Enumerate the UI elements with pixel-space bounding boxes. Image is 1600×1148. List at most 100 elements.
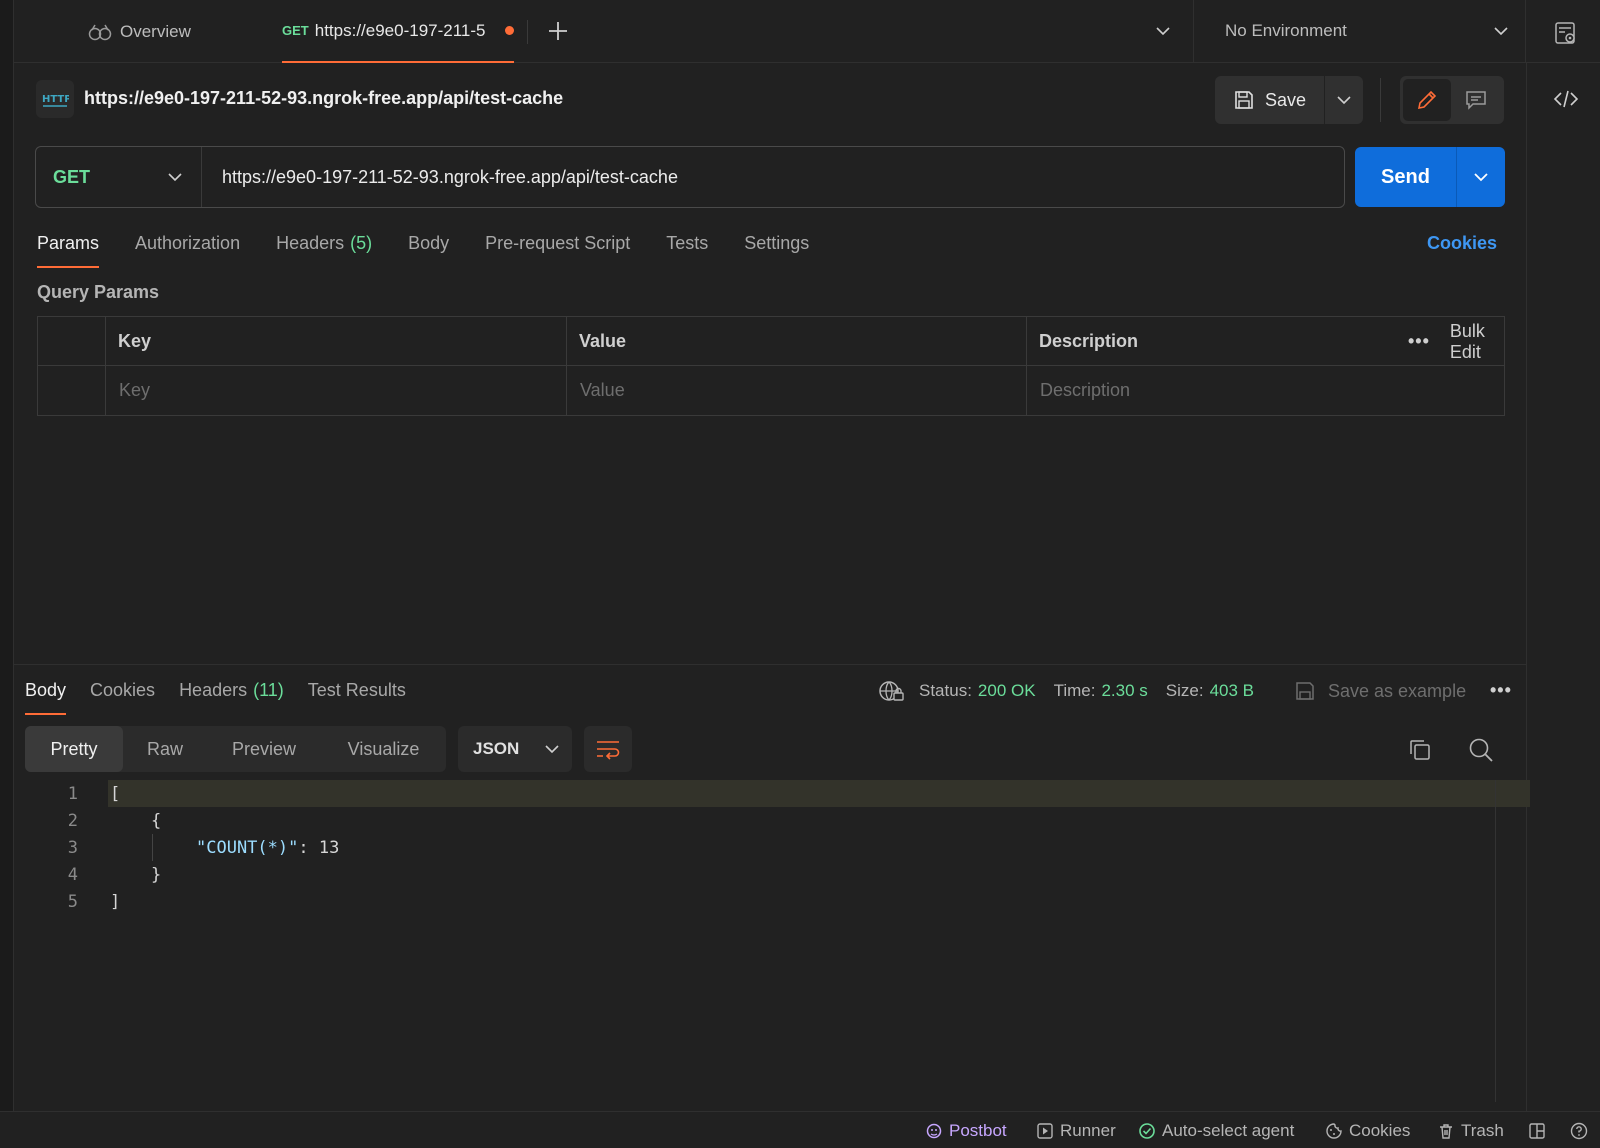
response-body-editor[interactable]: 1 [ 2 { 3 "COUNT(*)": 13 4 } 5 ] [14,780,1530,1110]
view-pretty[interactable]: Pretty [25,726,123,772]
url-input[interactable]: https://e9e0-197-211-52-93.ngrok-free.ap… [222,147,678,207]
cookies-button[interactable]: Cookies [1325,1120,1410,1142]
tab-label: Test Results [307,680,406,700]
tab-label: Cookies [90,680,156,700]
code-line: 3 "COUNT(*)": 13 [14,834,340,861]
tab-response-body[interactable]: Body [25,676,67,716]
description-input[interactable]: Description [1027,366,1504,415]
tabs-dropdown-button[interactable] [1152,20,1174,42]
request-title[interactable]: https://e9e0-197-211-52-93.ngrok-free.ap… [84,88,563,109]
table-header-row: Key Value Description ••• Bulk Edit [38,317,1504,366]
cookies-link[interactable]: Cookies [1427,233,1497,254]
method-select[interactable]: GET [36,147,202,207]
bulk-edit-button[interactable]: Bulk Edit [1450,321,1504,363]
save-icon [1235,91,1253,109]
save-options-button[interactable] [1325,76,1363,124]
trash-button[interactable]: Trash [1437,1120,1504,1142]
line-number: 1 [67,783,78,804]
send-options-button[interactable] [1457,147,1505,207]
line-text: { [110,810,162,831]
tab-response-headers[interactable]: Headers (11) [179,676,284,716]
new-tab-button[interactable] [544,17,572,45]
environment-dropdown[interactable] [1490,20,1512,42]
layout-toggle-button[interactable] [1528,1120,1546,1142]
format-select[interactable]: JSON [458,726,572,772]
edit-mode-button[interactable] [1403,79,1451,121]
search-button[interactable] [1467,736,1495,764]
tab-pre-request-script[interactable]: Pre-request Script [485,229,630,269]
tab-overview[interactable]: Overview [88,20,191,44]
response-view-toggle: Pretty Raw Preview Visualize [25,726,446,772]
layout-icon [1529,1123,1545,1139]
tab-request-method: GET [282,23,309,38]
status-bar: Postbot Runner Auto-select agent Cookies… [0,1111,1600,1148]
value-input[interactable]: Value [567,366,1026,415]
tab-settings[interactable]: Settings [744,229,809,269]
globe-lock-icon[interactable] [877,678,905,704]
tab-label: Authorization [135,233,241,253]
headers-count: (5) [350,233,373,253]
tab-tests[interactable]: Tests [666,229,708,269]
runner-button[interactable]: Runner [1036,1120,1116,1142]
size-value[interactable]: 403 B [1210,681,1254,701]
code-line: 5 ] [14,888,121,915]
json-value: 13 [318,837,340,858]
key-input[interactable]: Key [106,366,566,415]
tab-test-results[interactable]: Test Results [308,676,406,716]
response-more-button[interactable]: ••• [1490,680,1512,701]
line-number: 5 [67,891,78,912]
tab-separator [527,20,528,44]
divider [1193,0,1194,63]
save-button[interactable]: Save [1215,76,1325,124]
editor-scrollbar[interactable] [1495,780,1496,1102]
column-header-description: Description [1039,331,1139,351]
tab-label: Body [408,233,450,253]
auto-select-agent-button[interactable]: Auto-select agent [1138,1120,1294,1142]
left-strip [0,0,14,63]
tab-response-cookies[interactable]: Cookies [90,676,155,716]
trash-icon [1440,1124,1452,1139]
left-sidebar-edge [0,63,14,1111]
postbot-button[interactable]: Postbot [925,1120,1007,1142]
tab-label: Body [25,680,67,700]
tab-body[interactable]: Body [408,229,449,269]
help-button[interactable] [1570,1120,1588,1142]
code-snippet-button[interactable] [1552,87,1580,111]
plus-icon [549,22,567,40]
tab-headers[interactable]: Headers (5) [276,229,372,269]
wrap-lines-button[interactable] [584,726,632,772]
view-preview[interactable]: Preview [207,726,321,772]
tab-params[interactable]: Params [37,229,100,269]
pane-divider[interactable] [14,664,1526,665]
query-params-title: Query Params [37,282,160,302]
tab-authorization[interactable]: Authorization [135,229,240,269]
response-meta: Status: 200 OK Time: 2.30 s Size: 403 B [877,678,1272,704]
tab-request[interactable]: GET https://e9e0-197-211-5 [282,0,514,63]
view-visualize[interactable]: Visualize [321,726,446,772]
code-line: 4 } [14,861,161,888]
environment-quick-look-button[interactable] [1553,20,1579,46]
comments-button[interactable] [1451,79,1501,121]
tab-label: Pre-request Script [485,233,631,253]
line-text: "COUNT(*)": 13 [196,838,339,858]
environment-selector[interactable]: No Environment [1225,21,1347,41]
play-icon [1037,1123,1053,1139]
time-value[interactable]: 2.30 s [1101,681,1147,701]
chevron-down-icon [545,745,559,754]
chevron-down-icon [1156,27,1170,36]
trash-label: Trash [1461,1121,1504,1140]
status-value[interactable]: 200 OK [978,681,1036,701]
tab-request-url: https://e9e0-197-211-5 [314,20,486,40]
view-raw[interactable]: Raw [123,726,207,772]
wrap-lines-icon [597,741,620,760]
format-value: JSON [473,739,520,758]
send-button[interactable]: Send [1355,147,1457,207]
divider [1380,78,1381,122]
chevron-down-icon [1337,96,1351,105]
response-tabs: Body Cookies Headers (11) Test Results [25,676,430,716]
more-options-button[interactable]: ••• [1408,331,1430,352]
save-as-example-button[interactable]: Save as example [1294,678,1466,704]
url-bar: GET https://e9e0-197-211-52-93.ngrok-fre… [35,146,1345,208]
query-params-table: Key Value Description ••• Bulk Edit Key … [37,316,1505,416]
copy-button[interactable] [1407,737,1433,763]
